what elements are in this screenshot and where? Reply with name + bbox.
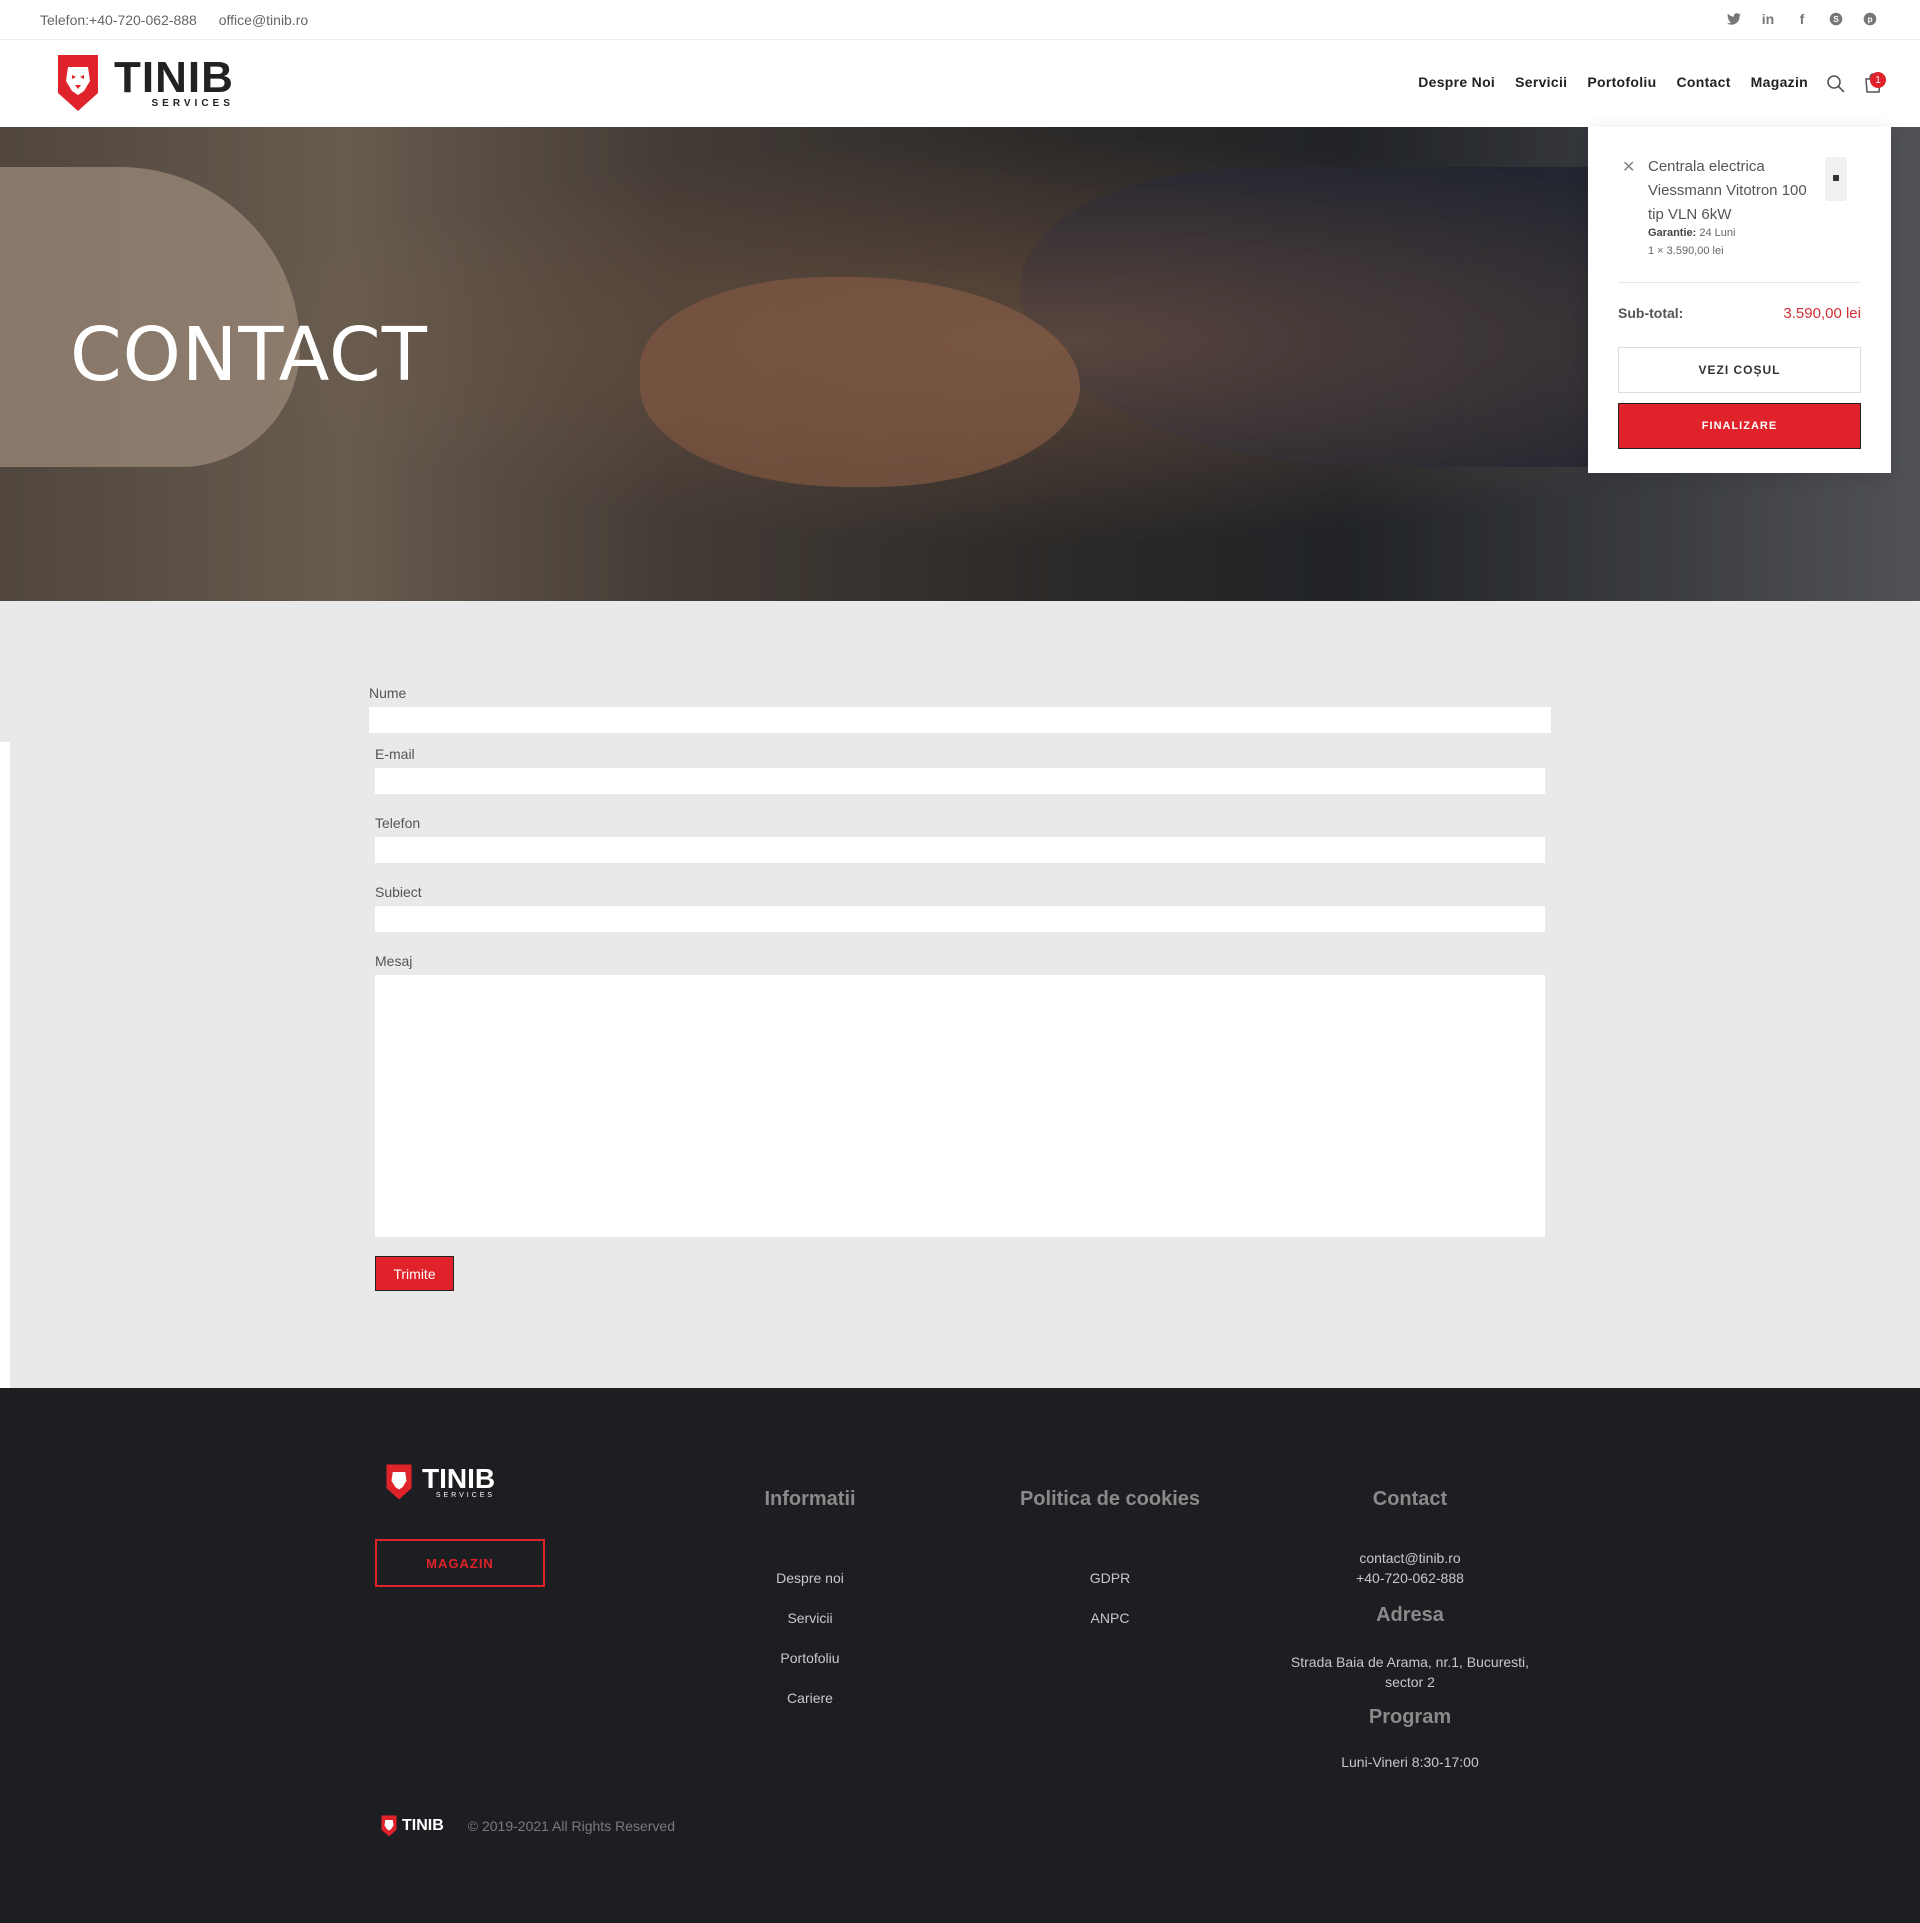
phone-field[interactable] [375, 837, 1545, 863]
page-title: CONTACT [70, 312, 428, 398]
footer-logo[interactable]: TINIB SERVICES [384, 1462, 495, 1502]
nav-portofoliu[interactable]: Portofoliu [1587, 74, 1656, 90]
search-icon[interactable] [1826, 74, 1846, 94]
view-cart-button[interactable]: VEZI COȘUL [1618, 347, 1861, 393]
mini-cart-dropdown: ✕ Centrala electrica Viessmann Vitotron … [1588, 127, 1891, 473]
pinterest-icon[interactable]: p [1860, 9, 1880, 29]
footer-link-despre-noi[interactable]: Despre noi [730, 1570, 890, 1586]
top-email[interactable]: office@tinib.ro [219, 12, 308, 28]
site-header: TINIB SERVICES Despre Noi Servicii Porto… [0, 41, 1920, 127]
subject-field[interactable] [375, 906, 1545, 932]
footer-link-servicii[interactable]: Servicii [730, 1610, 890, 1626]
name-field[interactable] [369, 707, 1551, 733]
top-phone[interactable]: Telefon:+40-720-062-888 [40, 12, 197, 28]
main-nav: Despre Noi Servicii Portofoliu Contact M… [1418, 74, 1808, 90]
skype-icon[interactable]: S [1826, 9, 1846, 29]
svg-text:S: S [1833, 14, 1839, 24]
email-label: E-mail [375, 746, 415, 762]
footer-program: Luni-Vineri 8:30-17:00 [1341, 1754, 1479, 1770]
top-contact: Telefon:+40-720-062-888 office@tinib.ro [40, 12, 326, 28]
name-label: Nume [369, 685, 407, 701]
footer-link-portofoliu[interactable]: Portofoliu [730, 1650, 890, 1666]
program-heading: Program [1368, 1706, 1452, 1728]
footer-link-anpc[interactable]: ANPC [990, 1610, 1230, 1626]
footer-contact-phone[interactable]: +40-720-062-888 [1260, 1570, 1560, 1586]
footer-address: Strada Baia de Arama, nr.1, Bucuresti, s… [1290, 1654, 1530, 1690]
message-label: Mesaj [375, 953, 413, 969]
submit-button[interactable]: Trimite [375, 1256, 454, 1291]
footer-copyright: TINIB © 2019-2021 All Rights Reserved [380, 1814, 675, 1838]
top-bar: Telefon:+40-720-062-888 office@tinib.ro … [0, 0, 1920, 40]
cookies-heading: Politica de cookies [1019, 1488, 1201, 1510]
cart-item-title[interactable]: Centrala electrica Viessmann Vitotron 10… [1648, 155, 1808, 227]
logo-name: TINIB [114, 52, 234, 102]
cart-item-qty-price: 1 × 3.590,00 lei [1648, 245, 1724, 257]
nav-contact[interactable]: Contact [1676, 74, 1730, 90]
subtotal-value: 3.590,00 lei [1783, 305, 1861, 322]
address-heading: Adresa [1376, 1604, 1444, 1626]
subtotal-label: Sub-total: [1618, 305, 1684, 321]
remove-item-icon[interactable]: ✕ [1622, 157, 1635, 177]
twitter-icon[interactable] [1724, 9, 1744, 29]
nav-magazin[interactable]: Magazin [1751, 74, 1808, 90]
footer-link-cariere[interactable]: Cariere [730, 1690, 890, 1706]
checkout-button[interactable]: FINALIZARE [1618, 403, 1861, 449]
site-footer: TINIB SERVICES MAGAZIN Informatii Despre… [0, 1388, 1920, 1923]
linkedin-icon[interactable]: in [1758, 9, 1778, 29]
subject-label: Subiect [375, 884, 422, 900]
message-textarea[interactable] [375, 975, 1545, 1237]
site-logo[interactable]: TINIB SERVICES [54, 51, 234, 115]
shop-button[interactable]: MAGAZIN [375, 1539, 545, 1587]
footer-logo-name: TINIB [422, 1462, 496, 1494]
footer-logo-text: TINIB SERVICES [422, 1462, 496, 1499]
nav-despre-noi[interactable]: Despre Noi [1418, 74, 1495, 90]
copyright-text: © 2019-2021 All Rights Reserved [467, 1818, 675, 1834]
svg-text:p: p [1867, 14, 1872, 24]
divider [1618, 282, 1861, 283]
lion-shield-icon [386, 1464, 412, 1500]
warranty-label: Garantie: [1648, 227, 1697, 239]
logo-text: TINIB SERVICES [114, 52, 234, 109]
cart-item-thumbnail[interactable] [1825, 157, 1847, 201]
contact-heading: Contact [1372, 1488, 1448, 1510]
footer-link-gdpr[interactable]: GDPR [990, 1570, 1230, 1586]
social-links: in f S p [1724, 9, 1880, 29]
lion-shield-icon [58, 55, 98, 111]
footer-contact-email[interactable]: contact@tinib.ro [1260, 1550, 1560, 1566]
lion-shield-icon [381, 1815, 397, 1837]
phone-label: Telefon [375, 815, 421, 831]
facebook-icon[interactable]: f [1792, 9, 1812, 29]
info-heading: Informatii [764, 1488, 856, 1510]
cart-item-meta: Garantie: 24 Luni [1648, 227, 1735, 239]
cart-count-badge: 1 [1870, 72, 1886, 88]
copyright-logo-name: TINIB [402, 1817, 444, 1834]
nav-servicii[interactable]: Servicii [1515, 74, 1567, 90]
email-field[interactable] [375, 768, 1545, 794]
warranty-value: 24 Luni [1699, 227, 1736, 239]
